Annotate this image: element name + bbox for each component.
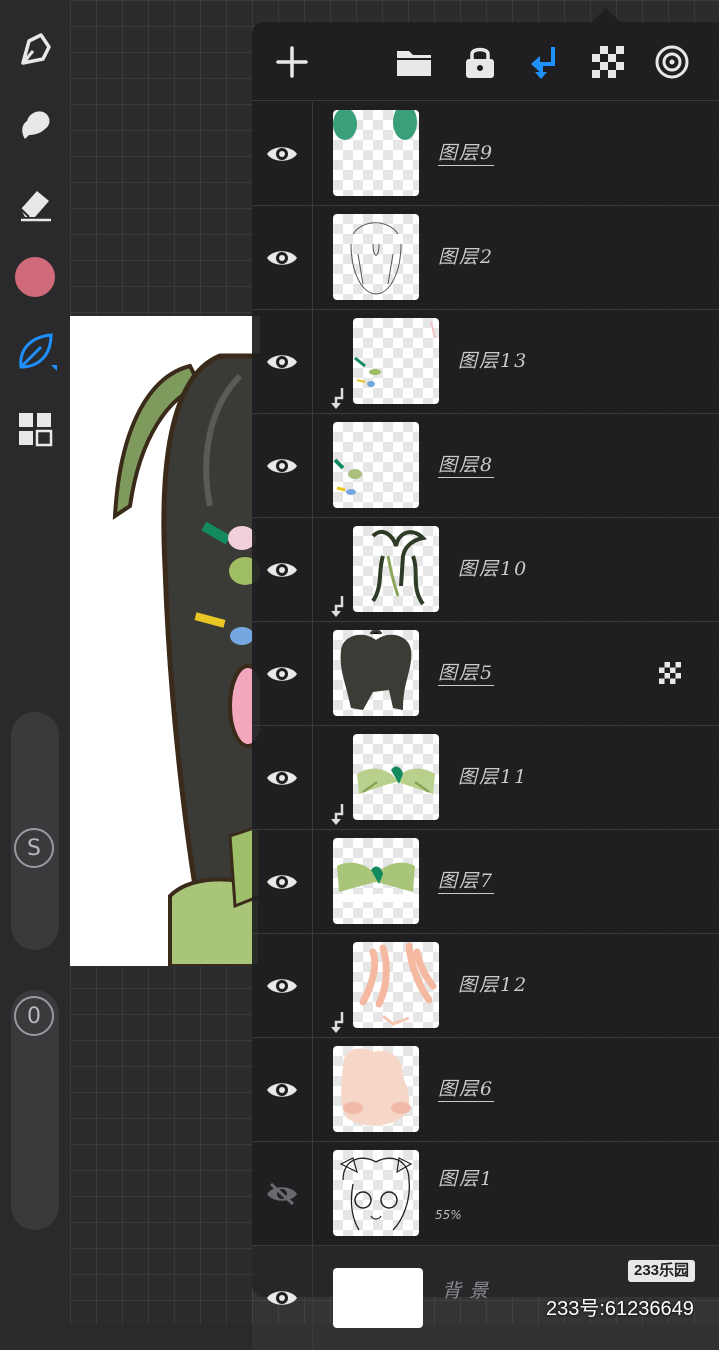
layer-thumbnail[interactable] — [333, 838, 419, 924]
gallery-grid-icon[interactable] — [10, 404, 60, 454]
clip-arrow-icon — [330, 802, 348, 830]
plus-icon[interactable] — [272, 42, 312, 82]
brush-size-knob[interactable]: S — [14, 828, 54, 868]
layer-row[interactable]: 图层1 55% — [252, 1142, 719, 1246]
layer-thumbnail[interactable] — [333, 422, 419, 508]
layer-row[interactable]: 图层10 — [252, 518, 719, 622]
eraser-tool-icon[interactable] — [10, 178, 60, 228]
layer-name: 图层9 — [438, 142, 495, 164]
layer-name: 图层5 — [438, 662, 495, 684]
eye-icon[interactable] — [252, 1246, 313, 1349]
clip-arrow-icon — [330, 594, 348, 622]
layer-row[interactable]: 图层13 — [252, 310, 719, 414]
layer-thumbnail[interactable] — [333, 1150, 419, 1236]
checker-icon[interactable] — [588, 42, 628, 82]
layer-thumbnail[interactable] — [333, 214, 419, 300]
eye-icon[interactable] — [252, 934, 313, 1037]
brush-tool-icon[interactable] — [10, 24, 60, 74]
layer-name: 图层11 — [458, 766, 529, 788]
eye-icon[interactable] — [252, 622, 313, 725]
layer-name: 图层2 — [438, 246, 495, 268]
left-toolbar: S 0 — [0, 0, 70, 1324]
layer-thumbnail[interactable] — [353, 734, 439, 820]
eye-icon[interactable] — [252, 726, 313, 829]
eye-icon[interactable] — [252, 414, 313, 517]
leaf-brush-icon[interactable] — [10, 326, 60, 376]
layer-row[interactable]: 图层6 — [252, 1038, 719, 1142]
layer-name: 图层13 — [458, 350, 529, 372]
layer-row[interactable]: 图层8 — [252, 414, 719, 518]
layer-thumbnail[interactable] — [333, 1046, 419, 1132]
eye-icon[interactable] — [252, 830, 313, 933]
layer-thumbnail[interactable] — [353, 318, 439, 404]
layer-row[interactable]: 图层12 — [252, 934, 719, 1038]
clip-arrow-icon — [330, 1010, 348, 1038]
layer-thumbnail[interactable] — [333, 630, 419, 716]
layer-thumbnail[interactable] — [333, 1268, 423, 1328]
opacity-knob-label: 0 — [27, 1003, 41, 1029]
layer-name: 图层8 — [438, 454, 495, 476]
layer-thumbnail[interactable] — [333, 110, 419, 196]
color-swatch[interactable] — [10, 252, 60, 302]
layer-opacity: 55% — [435, 1208, 462, 1222]
watermark-badge: 233乐园 — [628, 1260, 696, 1282]
artwork-preview — [112, 353, 260, 966]
panel-pointer — [592, 8, 620, 22]
eye-icon[interactable] — [252, 206, 313, 309]
layer-row[interactable]: 图层5 — [252, 622, 719, 726]
layer-name: 图层10 — [458, 558, 529, 580]
layer-row[interactable]: 图层2 — [252, 206, 719, 310]
layer-thumbnail[interactable] — [353, 942, 439, 1028]
layer-name: 图层1 — [438, 1168, 495, 1190]
target-icon[interactable] — [652, 42, 692, 82]
folder-icon[interactable] — [394, 42, 434, 82]
layer-name: 图层6 — [438, 1078, 495, 1100]
lock-icon[interactable] — [460, 42, 500, 82]
layer-row[interactable]: 图层11 — [252, 726, 719, 830]
layer-name: 图层12 — [458, 974, 529, 996]
alpha-lock-icon[interactable] — [658, 661, 682, 689]
layers-panel-header — [252, 22, 719, 101]
layer-name: 图层7 — [438, 870, 495, 892]
smudge-tool-icon[interactable] — [10, 100, 60, 150]
layer-row[interactable]: 图层7 — [252, 830, 719, 934]
clip-arrow-icon — [330, 386, 348, 414]
eye-icon[interactable] — [252, 518, 313, 621]
eye-icon[interactable] — [252, 102, 313, 205]
layer-row[interactable]: 图层9 — [252, 102, 719, 206]
eye-icon[interactable] — [252, 310, 313, 413]
clip-arrow-icon[interactable] — [524, 42, 564, 82]
layer-thumbnail[interactable] — [353, 526, 439, 612]
eye-hidden-icon[interactable] — [252, 1142, 313, 1245]
size-knob-label: S — [27, 835, 41, 861]
artboard[interactable] — [70, 316, 260, 966]
layer-name: 背景 — [442, 1280, 497, 1302]
layers-panel: 图层9 图层2 图层13 图层8 图层10 图层5 图层11 图层7 图层12 图层6 图层1 55%… — [252, 22, 719, 1350]
eye-icon[interactable] — [252, 1038, 313, 1141]
watermark-id: 233号:61236649 — [546, 1298, 694, 1320]
opacity-knob[interactable]: 0 — [14, 996, 54, 1036]
